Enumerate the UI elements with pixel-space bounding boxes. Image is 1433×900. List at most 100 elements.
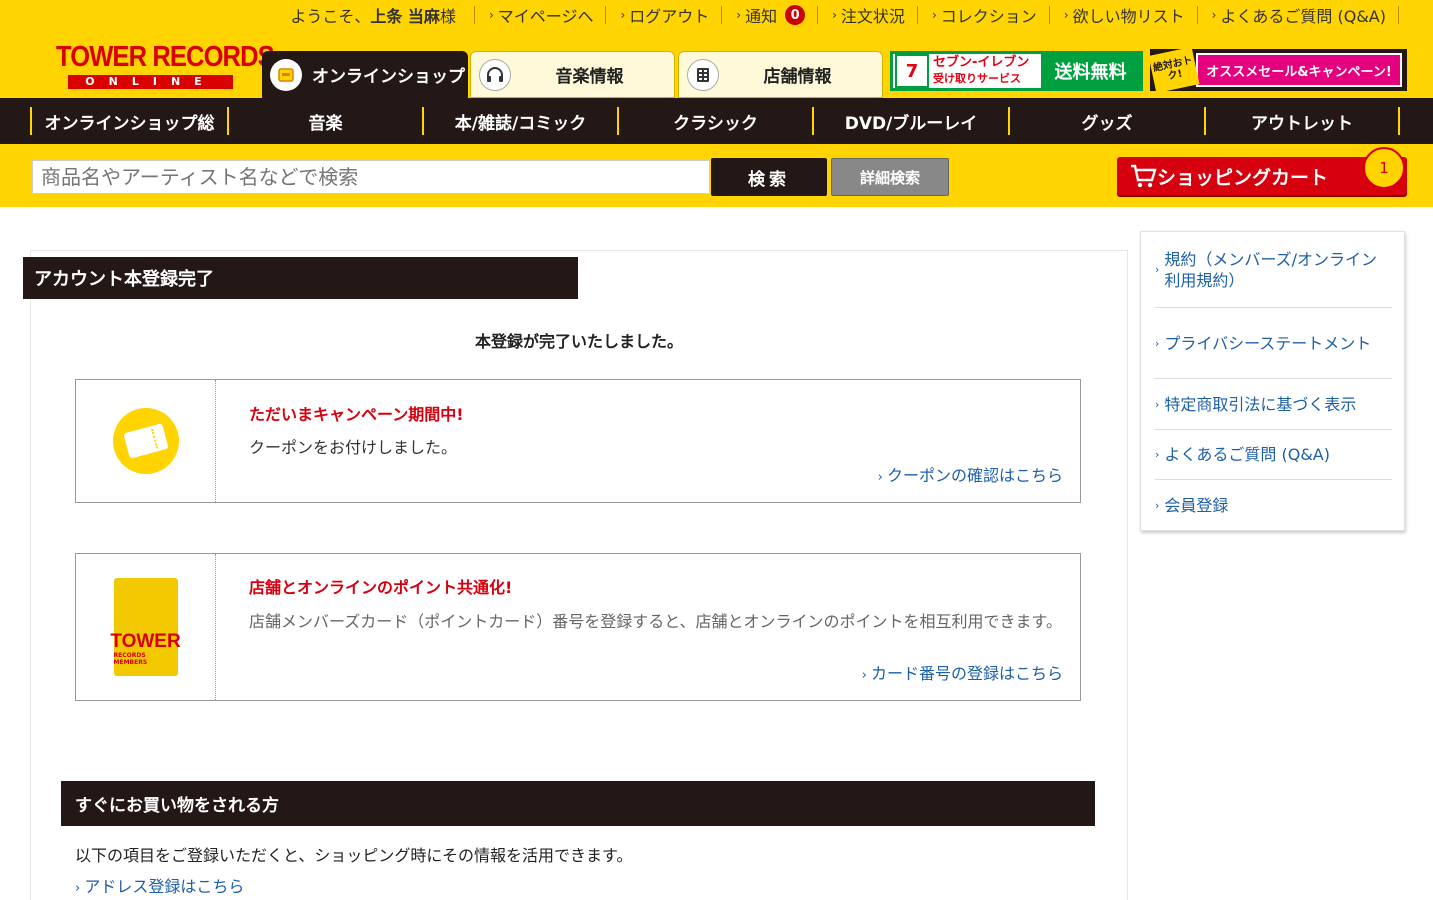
divider [1048, 6, 1050, 24]
category-online-shop[interactable]: オンラインショップ総 [30, 107, 227, 135]
order-status-link[interactable]: › 注文状況 [826, 3, 911, 27]
store-icon [687, 58, 719, 91]
headphones-icon [479, 58, 511, 91]
address-register-link-label: アドレス登録はこちら [84, 877, 245, 896]
search-button[interactable]: 検索 [711, 158, 827, 196]
sidebar: › 規約（メンバーズ/オンライン利用規約） › プライバシーステートメント › 特定商… [1140, 231, 1405, 531]
coupon-icon [112, 408, 179, 474]
sidebar-item-faq[interactable]: › よくあるご質問 (Q&A) [1155, 430, 1392, 480]
tab-online-shop[interactable]: オンラインショップ [262, 51, 468, 98]
welcome-suffix: 様 [439, 7, 456, 26]
address-register-link[interactable]: › アドレス登録はこちら [75, 873, 244, 897]
wishlist-link[interactable]: › 欲しい物リスト [1058, 3, 1191, 27]
points-card-title: 店舗とオンラインのポイント共通化! [249, 578, 513, 597]
chevron-right-icon: › [931, 8, 937, 22]
logo-main-text: TOWER RECORDS [56, 41, 275, 73]
sidebar-item-privacy[interactable]: › プライバシーステートメント [1155, 308, 1392, 379]
sale-campaign-banner[interactable]: 絶対おトク! オススメセール&キャンペーン! [1148, 46, 1407, 94]
chevron-right-icon: › [1155, 336, 1160, 350]
user-name: 上条 当麻 [370, 7, 440, 26]
mypage-link[interactable]: › マイページへ [483, 3, 600, 27]
notification-link-label: 通知 [745, 7, 778, 26]
shop-now-intro-text: 以下の項目をご登録いただくと、ショッピング時にその情報を活用できます。 [75, 846, 633, 865]
logout-link-label: ログアウト [629, 7, 710, 26]
tab-music-info[interactable]: 音楽情報 [470, 51, 675, 98]
chevron-right-icon: › [620, 8, 626, 22]
chevron-right-icon: › [1211, 8, 1217, 22]
chevron-right-icon: › [861, 668, 871, 683]
shopping-cart-label: ショッピングカート [1157, 166, 1329, 189]
points-sharing-card: TOWER RECORDS MEMBERS 店舗とオンラインのポイント共通化! … [75, 553, 1081, 701]
logo-sub-text: ONLINE [68, 75, 233, 89]
wishlist-link-label: 欲しい物リスト [1072, 7, 1185, 26]
cart-icon [1129, 163, 1157, 195]
mypage-link-label: マイページへ [497, 7, 594, 26]
chevron-right-icon: › [75, 881, 85, 896]
site-header: TOWER RECORDS ONLINE オンラインショップ 音楽情報 店舗情報… [0, 30, 1433, 98]
registration-complete-message: 本登録が完了いたしました。 [474, 332, 683, 351]
sidebar-item-terms[interactable]: › 規約（メンバーズ/オンライン利用規約） [1155, 232, 1392, 308]
member-card-icon-cell: TOWER RECORDS MEMBERS [76, 554, 216, 700]
ticket-icon [122, 423, 169, 459]
members-card-image: TOWER RECORDS MEMBERS [110, 578, 181, 676]
members-card-logo: TOWER [110, 631, 181, 652]
card-number-register-link-label: カード番号の登録はこちら [870, 664, 1063, 683]
chevron-right-icon: › [877, 470, 887, 485]
advanced-search-button[interactable]: 詳細検索 [831, 158, 949, 196]
card-number-register-link[interactable]: › カード番号の登録はこちら [862, 660, 1063, 684]
seven-eleven-pickup-banner[interactable]: 7 セブン-イレブン 受け取りサービス 送料無料 [890, 51, 1143, 91]
account-registration-complete-heading: アカウント本登録完了 [23, 257, 578, 299]
coupon-check-link[interactable]: › クーポンの確認はこちら [878, 462, 1063, 486]
category-music[interactable]: 音楽 [227, 107, 422, 135]
sidebar-item-privacy-label: プライバシーステートメント [1164, 333, 1372, 353]
welcome-prefix: ようこそ、 [290, 7, 371, 26]
faq-link-label: よくあるご質問 (Q&A) [1220, 7, 1386, 26]
category-dvd-bluray[interactable]: DVD/ブルーレイ [812, 107, 1008, 135]
logout-link[interactable]: › ログアウト [614, 3, 715, 27]
coupon-card-text: クーポンをお付けしました。 [249, 438, 458, 457]
chevron-right-icon: › [1155, 498, 1160, 512]
chevron-right-icon: › [488, 8, 494, 22]
coupon-icon-cell [76, 380, 216, 502]
coupon-campaign-card: ただいまキャンペーン期間中! クーポンをお付けしました。 › クーポンの確認はこ… [75, 379, 1081, 503]
tab-online-shop-label: オンラインショップ [312, 67, 465, 87]
category-books[interactable]: 本/雑誌/コミック [422, 107, 617, 135]
sidebar-item-commercial-law[interactable]: › 特定商取引法に基づく表示 [1155, 379, 1392, 430]
sidebar-item-terms-label: 規約（メンバーズ/オンライン利用規約） [1164, 249, 1377, 290]
sale-campaign-text: オススメセール&キャンペーン! [1196, 53, 1402, 87]
divider [1196, 6, 1198, 24]
tower-records-logo[interactable]: TOWER RECORDS ONLINE [56, 40, 275, 90]
chevron-right-icon: › [1155, 397, 1160, 411]
seven-eleven-logo: 7 [895, 54, 929, 88]
category-outlet[interactable]: アウトレット [1204, 107, 1400, 135]
sidebar-item-member-register-label: 会員登録 [1164, 495, 1229, 515]
collection-link[interactable]: › コレクション [926, 3, 1043, 27]
coupon-check-link-label: クーポンの確認はこちら [886, 466, 1063, 485]
tab-store-info[interactable]: 店舗情報 [678, 51, 883, 98]
seven-eleven-text-2: 受け取りサービス [933, 72, 1021, 85]
collection-link-label: コレクション [940, 7, 1037, 26]
search-input[interactable] [32, 160, 710, 194]
chevron-right-icon: › [1155, 448, 1160, 461]
category-nav: オンラインショップ総 音楽 本/雑誌/コミック クラシック DVD/ブルーレイ … [0, 98, 1433, 144]
search-bar: 検索 詳細検索 ショッピングカート [0, 144, 1433, 207]
divider [605, 6, 607, 24]
tab-music-info-label: 音楽情報 [555, 67, 624, 87]
shop-now-heading: すぐにお買い物をされる方 [61, 781, 1095, 826]
faq-link[interactable]: › よくあるご質問 (Q&A) [1206, 3, 1392, 27]
divider [817, 6, 819, 24]
top-utility-bar: ようこそ、上条 当麻様 › マイページへ › ログアウト › 通知 0 › 注文状況 › コ… [0, 0, 1433, 30]
sidebar-item-member-register[interactable]: › 会員登録 [1155, 480, 1392, 530]
notification-link[interactable]: › 通知 0 [730, 3, 811, 27]
coupon-card-title: ただいまキャンペーン期間中! [249, 405, 464, 424]
divider [473, 6, 475, 24]
category-goods[interactable]: グッズ [1008, 107, 1204, 135]
free-shipping-label: 送料無料 [1041, 54, 1140, 88]
divider [1398, 6, 1399, 24]
chevron-right-icon: › [736, 8, 742, 22]
category-classic[interactable]: クラシック [617, 107, 812, 135]
shop-icon [270, 58, 302, 91]
notification-count-badge: 0 [785, 5, 806, 25]
welcome-message: ようこそ、上条 当麻様 [290, 3, 468, 27]
divider [916, 6, 918, 24]
